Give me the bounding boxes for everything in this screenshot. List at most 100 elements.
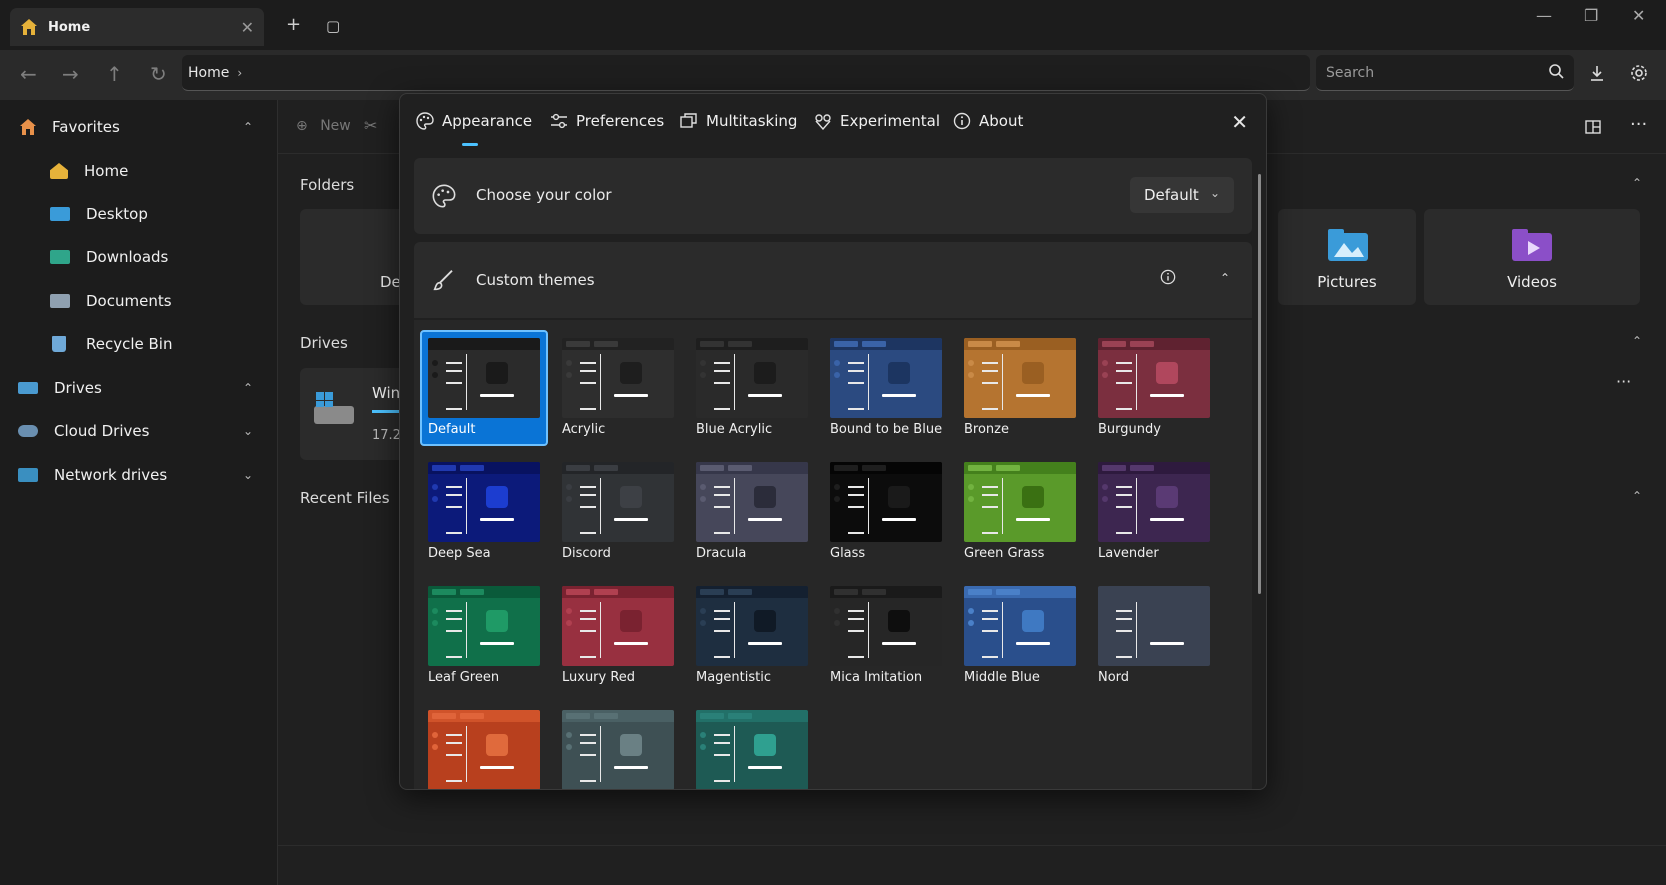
more-options-icon[interactable]: ··· [1630,114,1647,135]
tab-label: Multitasking [706,112,798,130]
preview-square [486,362,508,384]
preview-divider [1136,478,1137,534]
theme-tile[interactable]: Green Grass [956,454,1084,570]
address-bar[interactable]: Home › [182,55,1310,91]
preview-bar [480,766,514,769]
plus-circle-icon: ⊕ [296,118,308,134]
theme-tile[interactable]: Magentistic [688,578,816,694]
theme-tile[interactable]: Leaf Green [420,578,548,694]
theme-tile[interactable]: Nord [1090,578,1218,694]
sidebar-item-recycle-bin[interactable]: Recycle Bin [0,327,277,361]
preview-tab [862,465,886,471]
sidebar-item-network-drives[interactable]: Network drives ⌄ [0,458,277,492]
theme-tile[interactable] [420,702,548,789]
theme-tile[interactable]: Lavender [1090,454,1218,570]
sidebar-item-drives[interactable]: Drives ⌃ [0,371,277,405]
tab-appearance[interactable]: Appearance [416,112,532,130]
restore-button[interactable]: ❐ [1584,6,1598,25]
preview-line [1116,506,1132,508]
theme-tile[interactable]: Default [420,330,548,446]
theme-tile[interactable]: Mica Imitation [822,578,950,694]
tab-home[interactable]: Home ✕ [10,8,264,46]
folder-card-videos[interactable]: Videos [1424,209,1640,305]
sidebar-item-desktop[interactable]: Desktop [0,197,277,231]
chevron-down-icon[interactable]: ⌄ [243,468,253,482]
preview-divider [734,478,735,534]
tab-experimental[interactable]: Experimental [814,112,940,130]
search-input[interactable]: Search [1316,55,1574,91]
refresh-button[interactable]: ↻ [150,62,167,86]
theme-tile[interactable]: Blue Acrylic [688,330,816,446]
gear-icon[interactable] [1630,64,1648,82]
custom-themes-header[interactable]: Custom themes ⌃ [414,242,1252,318]
drive-more-icon[interactable]: ··· [1616,372,1631,391]
preview-line [580,370,596,372]
theme-tile[interactable]: Dracula [688,454,816,570]
tab-multitasking[interactable]: Multitasking [680,112,797,130]
chevron-up-icon[interactable]: ⌃ [1632,176,1642,190]
chevron-up-icon[interactable]: ⌃ [1632,489,1642,503]
duplicate-tab-icon[interactable]: ▢ [326,17,340,35]
theme-tile[interactable]: Middle Blue [956,578,1084,694]
preview-line [446,362,462,364]
preview-bar [1150,394,1184,397]
theme-name: Mica Imitation [830,670,923,685]
tab-preferences[interactable]: Preferences [550,112,664,130]
breadcrumb-chevron-icon[interactable]: › [237,66,242,80]
chevron-up-icon[interactable]: ⌃ [243,381,253,395]
theme-tile[interactable]: Bound to be Blue [822,330,950,446]
drive-card[interactable]: Win 17.27 [300,368,410,460]
preview-line [1116,486,1132,488]
custom-themes-label: Custom themes [476,271,595,289]
theme-tile[interactable] [554,702,682,789]
new-button[interactable]: ⊕ New [296,118,351,134]
color-dropdown[interactable]: Default ⌄ [1130,177,1234,213]
preview-line [1116,370,1132,372]
tab-close-icon[interactable]: ✕ [241,18,254,37]
preview-tab [566,589,590,595]
theme-tile[interactable]: Glass [822,454,950,570]
preview-divider [734,354,735,410]
search-icon[interactable] [1548,63,1564,79]
download-icon[interactable] [1588,64,1606,82]
folder-card-pictures[interactable]: Pictures [1278,209,1416,305]
theme-tile[interactable]: Acrylic [554,330,682,446]
scrollbar[interactable] [1258,174,1261,594]
close-window-button[interactable]: ✕ [1632,6,1645,25]
preview-dot [700,360,706,366]
sidebar-item-home[interactable]: Home [0,154,277,188]
sidebar-item-documents[interactable]: Documents [0,284,277,318]
new-tab-button[interactable]: + [286,14,301,35]
theme-tile[interactable]: Discord [554,454,682,570]
preview-dot [1102,484,1108,490]
sidebar-item-favorites[interactable]: Favorites ⌃ [0,110,277,144]
theme-tile[interactable]: Bronze [956,330,1084,446]
preview-tab [700,589,724,595]
up-button[interactable]: ↑ [106,62,123,86]
theme-tile[interactable]: Deep Sea [420,454,548,570]
preview-bar [748,766,782,769]
breadcrumb-home[interactable]: Home [188,65,229,81]
close-icon[interactable]: ✕ [1231,110,1248,134]
tab-about[interactable]: About [953,112,1023,130]
chevron-up-icon[interactable]: ⌃ [1220,271,1230,285]
theme-tile[interactable] [688,702,816,789]
theme-tile[interactable]: Luxury Red [554,578,682,694]
chevron-up-icon[interactable]: ⌃ [1632,334,1642,348]
info-icon[interactable] [1160,269,1176,285]
palette-icon [416,112,434,130]
chevron-up-icon[interactable]: ⌃ [243,120,253,134]
preview-divider [466,478,467,534]
layout-icon[interactable] [1584,118,1602,136]
cut-icon[interactable]: ✂ [364,116,377,135]
chevron-down-icon[interactable]: ⌄ [243,424,253,438]
forward-button[interactable]: → [62,62,79,86]
back-button[interactable]: ← [20,62,37,86]
minimize-button[interactable]: — [1536,6,1552,25]
sidebar-item-cloud-drives[interactable]: Cloud Drives ⌄ [0,414,277,448]
preview-tab [594,465,618,471]
theme-tile[interactable]: Burgundy [1090,330,1218,446]
theme-name: Leaf Green [428,670,500,685]
sidebar-item-downloads[interactable]: Downloads [0,240,277,274]
recycle-bin-icon [52,336,66,352]
